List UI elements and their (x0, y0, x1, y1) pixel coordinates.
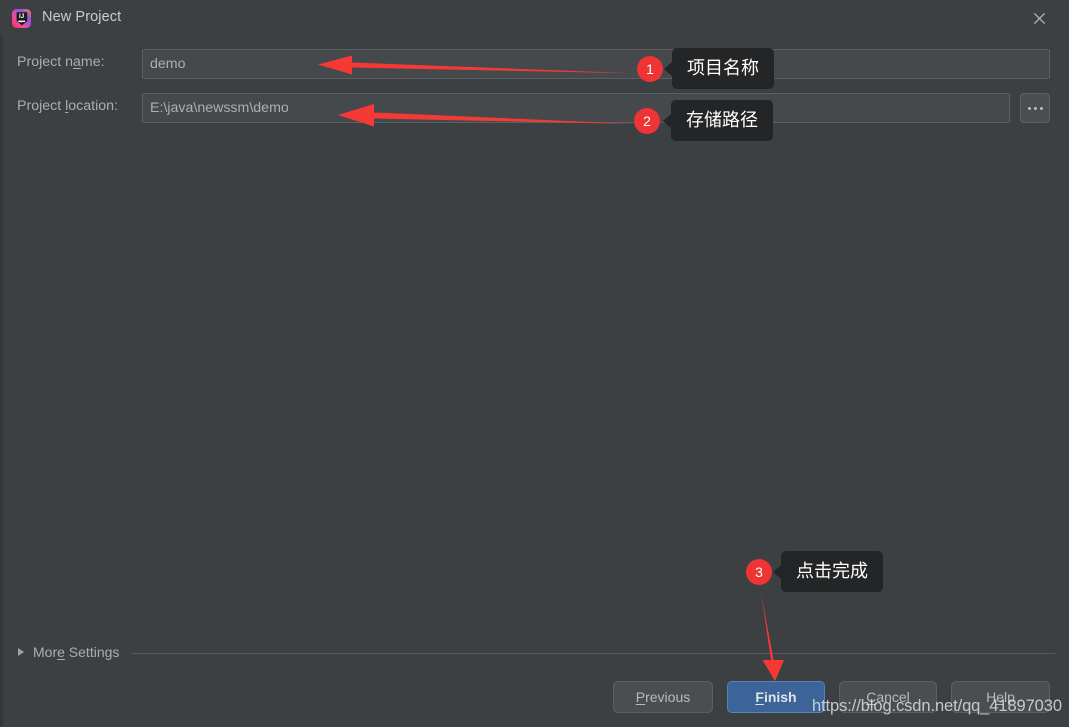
form-row-project-name: Project name: (0, 49, 1069, 79)
project-location-label: Project location: (17, 98, 118, 114)
project-location-input[interactable] (142, 93, 1010, 123)
annotation-arrow-3 (761, 592, 784, 681)
form-row-project-location: Project location: (0, 93, 1069, 123)
section-divider (131, 653, 1055, 654)
ellipsis-icon-dot (1039, 106, 1043, 110)
annotation-callout-3: 点击完成 (773, 551, 883, 592)
previous-button[interactable]: Previous (613, 681, 713, 713)
close-icon[interactable] (1022, 6, 1056, 30)
more-settings-section: More Settings (0, 643, 1069, 665)
more-settings-toggle[interactable]: More Settings (18, 644, 119, 660)
cancel-button[interactable]: Cancel (839, 681, 937, 713)
project-name-input[interactable] (142, 49, 1050, 79)
page-title: New Project (42, 9, 122, 25)
annotation-badge-3: 3 (746, 559, 772, 585)
window-titlebar: IJ New Project (0, 0, 1069, 36)
svg-text:IJ: IJ (19, 13, 25, 20)
finish-button[interactable]: Finish (727, 681, 825, 713)
dialog-footer: Previous Finish Cancel Help (0, 681, 1069, 717)
more-settings-label: More Settings (33, 644, 120, 660)
intellij-idea-logo-icon: IJ (12, 9, 31, 28)
chevron-right-icon (18, 648, 24, 656)
help-button[interactable]: Help (951, 681, 1050, 713)
browse-location-button[interactable] (1020, 93, 1050, 123)
project-name-label: Project name: (17, 54, 105, 70)
ellipsis-icon-dot (1033, 106, 1037, 110)
ellipsis-icon-dot (1027, 106, 1031, 110)
